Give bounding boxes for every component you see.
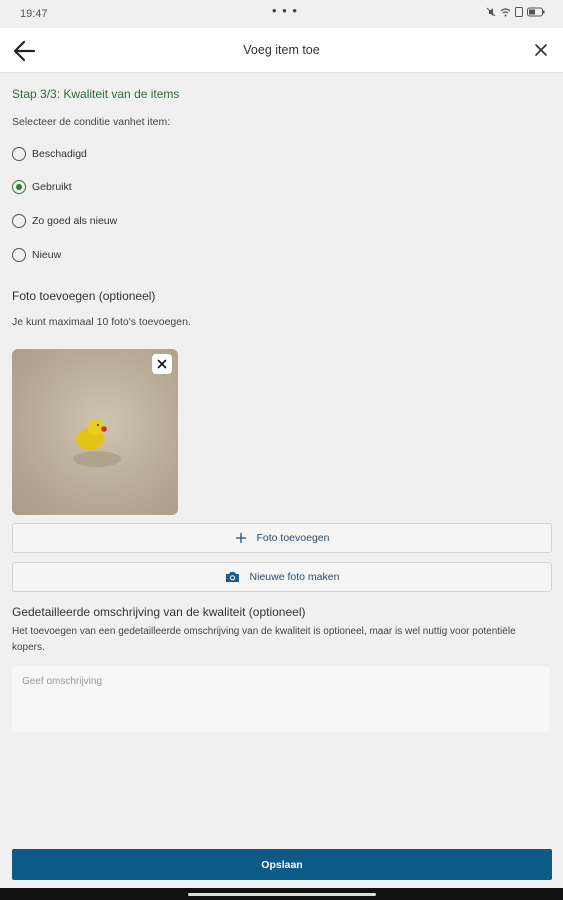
- condition-option-zo-goed-als-nieuw[interactable]: Zo goed als nieuw: [12, 212, 117, 230]
- step-title: Stap 3/3: Kwaliteit van de items: [12, 87, 180, 101]
- add-photo-label: Foto toevoegen: [256, 532, 330, 544]
- photo-hint: Je kunt maximaal 10 foto's toevoegen.: [12, 316, 191, 328]
- description-input[interactable]: [12, 666, 550, 732]
- condition-option-gebruikt[interactable]: Gebruikt: [12, 178, 72, 196]
- description-title: Gedetailleerde omschrijving van de kwali…: [12, 605, 306, 619]
- radio-button[interactable]: [12, 147, 26, 161]
- duck-photo: [73, 419, 121, 467]
- plus-icon: [235, 532, 247, 544]
- take-photo-button[interactable]: Nieuwe foto maken: [12, 562, 552, 592]
- radio-button[interactable]: [12, 248, 26, 262]
- radio-label: Gebruikt: [32, 181, 72, 193]
- photo-thumbnail[interactable]: [12, 349, 178, 515]
- save-button[interactable]: Opslaan: [12, 849, 552, 880]
- add-photo-button[interactable]: Foto toevoegen: [12, 523, 552, 553]
- status-more-dots: • • •: [272, 3, 298, 18]
- battery-icon: [527, 7, 545, 17]
- radio-label: Zo goed als nieuw: [32, 215, 118, 227]
- app-bar: Voeg item toe: [0, 28, 563, 73]
- home-handle[interactable]: [188, 893, 376, 896]
- description-help-text: Het toevoegen van een gedetailleerde oms…: [12, 626, 516, 653]
- page-title: Voeg item toe: [243, 43, 320, 57]
- radio-label: Beschadigd: [32, 148, 87, 160]
- radio-button-selected[interactable]: [12, 180, 26, 194]
- sim-icon: [515, 7, 523, 17]
- radio-label: Nieuw: [32, 249, 62, 261]
- remove-photo-button[interactable]: [152, 354, 172, 374]
- take-photo-label: Nieuwe foto maken: [249, 571, 340, 583]
- close-button[interactable]: [531, 40, 551, 60]
- status-bar: 19:47 • • •: [0, 0, 563, 28]
- mute-icon: [486, 7, 496, 17]
- wifi-icon: [500, 8, 511, 17]
- close-icon: [535, 44, 547, 56]
- photo-section-title: Foto toevoegen (optioneel): [12, 289, 156, 303]
- close-icon: [157, 359, 167, 369]
- status-icons: [486, 7, 545, 17]
- camera-icon: [225, 571, 240, 583]
- radio-button[interactable]: [12, 214, 26, 228]
- system-nav-bar: [0, 888, 563, 900]
- condition-option-nieuw[interactable]: Nieuw: [12, 246, 61, 264]
- condition-label: Selecteer de conditie vanhet item:: [12, 116, 171, 128]
- condition-option-beschadigd[interactable]: Beschadigd: [12, 145, 87, 163]
- status-time: 19:47: [20, 8, 48, 20]
